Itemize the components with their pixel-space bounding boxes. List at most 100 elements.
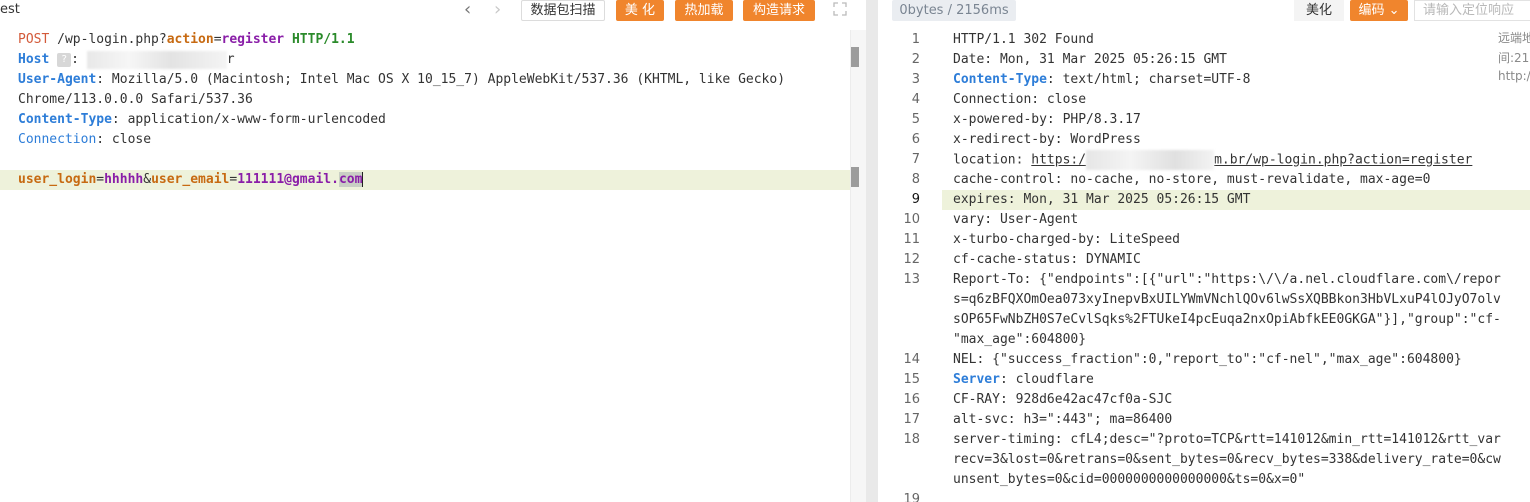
response-header: x-turbo-charged-by: LiteSpeed — [953, 232, 1180, 247]
request-line: POST /wp-login.php?action=register HTTP/… — [18, 30, 355, 50]
location-key: location: — [953, 152, 1032, 168]
body-param-key: user_email — [151, 172, 230, 187]
response-header: x-redirect-by: WordPress — [953, 132, 1141, 147]
body-param-key: user_login — [18, 172, 97, 187]
scrollbar-marker — [851, 167, 859, 187]
response-panel: 0bytes / 2156ms 美化 编码 ⌄ 远端地 间:215 http:/… — [878, 0, 1530, 502]
packet-scan-button[interactable]: 数据包扫描 — [521, 0, 605, 21]
line-number: 18 — [903, 432, 920, 447]
scrollbar-thumb[interactable] — [851, 47, 859, 67]
line-number: 15 — [903, 372, 920, 387]
encoding-label: 编码 — [1358, 3, 1385, 18]
connection-value: : close — [96, 132, 152, 147]
response-header: cache-control: no-cache, no-store, must-… — [953, 172, 1431, 187]
fullscreen-expand-icon[interactable] — [833, 2, 847, 16]
response-beautify-button[interactable]: 美化 — [1294, 0, 1344, 21]
host-header-line: Host ?: r — [18, 50, 235, 70]
report-to-continuation: "max_age":604800} — [953, 332, 1087, 347]
location-link[interactable]: https:/ — [1031, 153, 1086, 168]
request-path: /wp-login.php? — [49, 32, 167, 47]
response-header: CF-RAY: 928d6e42ac47cf0a-SJC — [953, 392, 1173, 407]
request-panel-title: est — [0, 2, 20, 17]
request-scrollbar[interactable] — [850, 30, 866, 502]
line-number: 14 — [903, 352, 920, 367]
connection-key: Connection — [18, 132, 97, 147]
equals-sign: = — [229, 172, 238, 187]
response-header: cf-cache-status: DYNAMIC — [953, 252, 1141, 267]
header-separator: : — [71, 52, 87, 67]
server-timing-continuation: recv=3&lost=0&retrans=0&sent_bytes=0&rec… — [953, 452, 1501, 467]
back-arrow-icon[interactable]: ‹ — [464, 0, 471, 20]
content-type-key: Content-Type — [953, 72, 1047, 87]
report-to-continuation: s=q6zBFQXOmOea073xyInepvBxUILYWmVNchlQOv… — [953, 292, 1501, 307]
line-number-active: 9 — [911, 192, 920, 207]
encoding-dropdown[interactable]: 编码 ⌄ — [1350, 0, 1408, 21]
line-number: 17 — [903, 412, 920, 427]
user-agent-continuation: Chrome/113.0.0.0 Safari/537.36 — [18, 90, 253, 110]
response-header: expires: Mon, 31 Mar 2025 05:26:15 GMT — [953, 192, 1251, 207]
build-request-button[interactable]: 构造请求 — [743, 0, 815, 21]
redacted-domain — [1086, 150, 1215, 170]
content-type-value: : text/html; charset=UTF-8 — [1046, 72, 1251, 87]
selected-text: com — [338, 172, 363, 187]
host-header-key: Host — [18, 52, 50, 67]
user-agent-value-cont: Chrome/113.0.0.0 Safari/537.36 — [18, 92, 253, 107]
panel-splitter[interactable] — [866, 0, 878, 502]
time-note: 间:215 — [1498, 51, 1530, 65]
http-version: HTTP/1.1 — [284, 32, 355, 47]
forward-arrow-icon[interactable]: › — [494, 0, 501, 20]
equals-sign: = — [96, 172, 105, 187]
response-header: Date: Mon, 31 Mar 2025 05:26:15 GMT — [953, 52, 1227, 67]
line-number: 12 — [903, 252, 920, 267]
request-editor[interactable]: POST /wp-login.php?action=register HTTP/… — [0, 30, 850, 502]
query-param-value: register — [221, 32, 285, 47]
content-type-line: Content-Type: application/x-www-form-url… — [18, 110, 386, 130]
line-number: 19 — [903, 492, 920, 502]
line-number: 1 — [911, 32, 920, 47]
line-number: 7 — [911, 152, 920, 167]
request-body-line: user_login=hhhhh&user_email=111111@gmail… — [18, 170, 364, 190]
server-timing-header: server-timing: cfL4;desc="?proto=TCP&rtt… — [953, 432, 1501, 447]
help-icon[interactable]: ? — [57, 52, 72, 67]
line-number: 6 — [911, 132, 920, 147]
equals-sign: = — [213, 32, 222, 47]
server-header: Server: cloudflare — [953, 370, 1094, 390]
line-number: 13 — [903, 272, 920, 287]
line-number: 11 — [903, 232, 920, 247]
server-key: Server — [953, 372, 1000, 387]
body-param-value: hhhhh — [104, 172, 144, 187]
remote-address-note: 远端地 — [1498, 31, 1530, 45]
chevron-down-icon: ⌄ — [1388, 3, 1400, 18]
user-agent-value: : Mozilla/5.0 (Macintosh; Intel Mac OS X… — [96, 72, 786, 87]
report-to-header: Report-To: {"endpoints":[{"url":"https:\… — [953, 272, 1501, 287]
content-type-key: Content-Type — [18, 112, 112, 127]
http-note: http:/ — [1498, 69, 1530, 83]
connection-line: Connection: close — [18, 130, 151, 150]
query-param-key: action — [166, 32, 214, 47]
location-link[interactable]: m.br/wp-login.php?action=register — [1214, 153, 1472, 168]
request-toolbar: est ‹ › 数据包扫描 美 化 热加载 构造请求 — [0, 0, 866, 24]
server-value: : cloudflare — [999, 372, 1094, 387]
beautify-button[interactable]: 美 化 — [616, 0, 664, 21]
user-agent-key: User-Agent — [18, 72, 97, 87]
response-header: x-powered-by: PHP/8.3.17 — [953, 112, 1141, 127]
line-number: 8 — [911, 172, 920, 187]
redacted-host — [86, 50, 227, 69]
line-number: 5 — [911, 112, 920, 127]
response-search-input[interactable] — [1414, 0, 1530, 21]
line-number: 2 — [911, 52, 920, 67]
host-tail: r — [226, 52, 235, 67]
hot-load-button[interactable]: 热加载 — [675, 0, 733, 21]
line-number: 10 — [903, 212, 920, 227]
response-header: NEL: {"success_fraction":0,"report_to":"… — [953, 352, 1462, 367]
text-cursor — [362, 172, 364, 187]
body-param-value: 111111@gmail. — [237, 172, 339, 187]
line-number: 16 — [903, 392, 920, 407]
user-agent-line: User-Agent: Mozilla/5.0 (Macintosh; Inte… — [18, 70, 785, 90]
location-header: location: https:/ m.br/wp-login.php?actio… — [953, 150, 1472, 170]
http-method: POST — [18, 32, 50, 47]
response-header: vary: User-Agent — [953, 212, 1079, 227]
ampersand: & — [143, 172, 152, 187]
response-size-timing: 0bytes / 2156ms — [892, 0, 1016, 21]
line-number-gutter: 1 2 3 4 5 6 7 8 9 10 11 12 13 14 15 16 1… — [878, 30, 938, 502]
